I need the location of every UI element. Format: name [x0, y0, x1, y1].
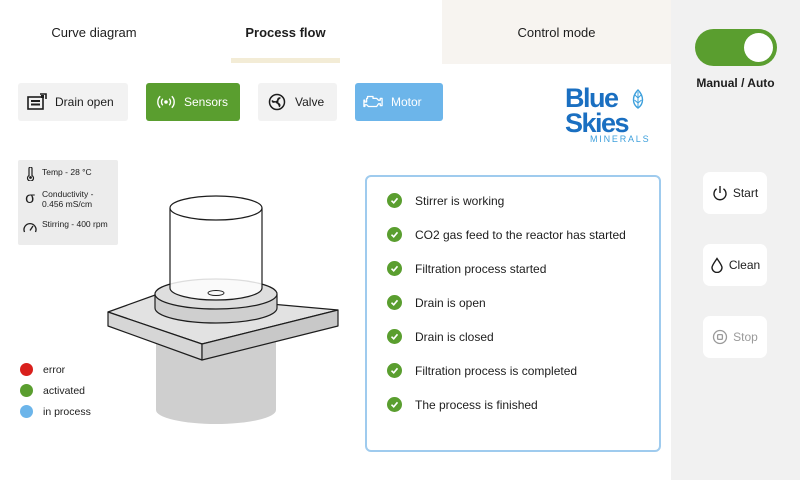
check-icon	[387, 227, 402, 242]
clean-label: Clean	[728, 258, 761, 272]
tab-control-mode[interactable]: Control mode	[442, 0, 671, 64]
status-text: Filtration process started	[415, 261, 547, 276]
status-text: Stirrer is working	[415, 193, 505, 208]
status-text: Filtration process is completed	[415, 363, 578, 378]
start-label: Start	[732, 186, 759, 200]
stop-icon	[712, 329, 728, 345]
manual-auto-label: Manual / Auto	[696, 76, 775, 90]
legend-dot-error	[20, 363, 33, 376]
tab-process-flow[interactable]: Process flow	[231, 0, 340, 64]
thermometer-icon	[23, 167, 37, 181]
manual-auto-toggle[interactable]	[695, 29, 777, 66]
status-item: Drain is closed	[387, 329, 494, 344]
legend-dot-in-process	[20, 405, 33, 418]
engine-icon	[363, 92, 383, 112]
sensor-signal-icon	[156, 92, 176, 112]
status-text: CO2 gas feed to the reactor has started	[415, 227, 626, 242]
gauge-icon	[23, 222, 37, 234]
water-drop-icon	[710, 257, 724, 273]
drain-open-label: Drain open	[55, 95, 114, 109]
check-icon	[387, 329, 402, 344]
stop-label: Stop	[733, 330, 758, 344]
status-item: Stirrer is working	[387, 193, 504, 208]
stirring-text: Stirring - 400 rpm	[42, 219, 108, 229]
stop-button[interactable]: Stop	[703, 316, 767, 358]
tab-curve-diagram[interactable]: Curve diagram	[20, 0, 168, 64]
motor-label: Motor	[391, 95, 422, 109]
clean-button[interactable]: Clean	[703, 244, 767, 286]
toggle-knob	[744, 33, 773, 62]
reactor-illustration	[100, 190, 350, 430]
valve-label: Valve	[295, 95, 325, 109]
drain-icon	[27, 92, 47, 112]
valve-fan-icon	[267, 92, 287, 112]
check-icon	[387, 363, 402, 378]
sensors-button[interactable]: Sensors	[146, 83, 240, 121]
check-icon	[387, 295, 402, 310]
drain-open-button[interactable]: Drain open	[18, 83, 128, 121]
process-status-panel: Stirrer is working CO2 gas feed to the r…	[365, 175, 661, 452]
temperature-text: Temp - 28 °C	[42, 167, 92, 177]
tab-curve-diagram-label: Curve diagram	[51, 24, 137, 40]
status-item: Filtration process is completed	[387, 363, 577, 378]
legend-item-error: error	[20, 363, 65, 376]
status-text: Drain is open	[415, 295, 486, 310]
check-icon	[387, 193, 402, 208]
motor-button[interactable]: Motor	[355, 83, 443, 121]
power-icon	[712, 185, 728, 201]
check-icon	[387, 397, 402, 412]
legend-label: activated	[43, 384, 86, 397]
legend-item-activated: activated	[20, 384, 85, 397]
status-item: Filtration process started	[387, 261, 546, 276]
status-text: The process is finished	[415, 397, 538, 412]
legend-item-in-process: in process	[20, 405, 91, 418]
legend-label: error	[43, 363, 66, 376]
blue-skies-logo: Blue Skies MINERALS	[563, 80, 658, 146]
legend-label: in process	[43, 405, 91, 418]
tab-control-mode-label: Control mode	[517, 24, 596, 40]
temperature-reading: Temp - 28 °C	[23, 167, 92, 181]
status-item: Drain is open	[387, 295, 486, 310]
valve-button[interactable]: Valve	[258, 83, 337, 121]
legend-dot-activated	[20, 384, 33, 397]
tab-process-flow-label: Process flow	[245, 24, 326, 40]
control-sidebar: Manual / Auto Start Clean Stop	[671, 0, 800, 480]
logo-line3: MINERALS	[590, 134, 650, 144]
check-icon	[387, 261, 402, 276]
start-button[interactable]: Start	[703, 172, 767, 214]
status-item: The process is finished	[387, 397, 538, 412]
status-text: Drain is closed	[415, 329, 494, 344]
status-item: CO2 gas feed to the reactor has started	[387, 227, 626, 242]
active-tab-indicator	[231, 58, 340, 63]
sensors-label: Sensors	[184, 95, 229, 109]
sigma-icon: σ	[25, 190, 35, 207]
